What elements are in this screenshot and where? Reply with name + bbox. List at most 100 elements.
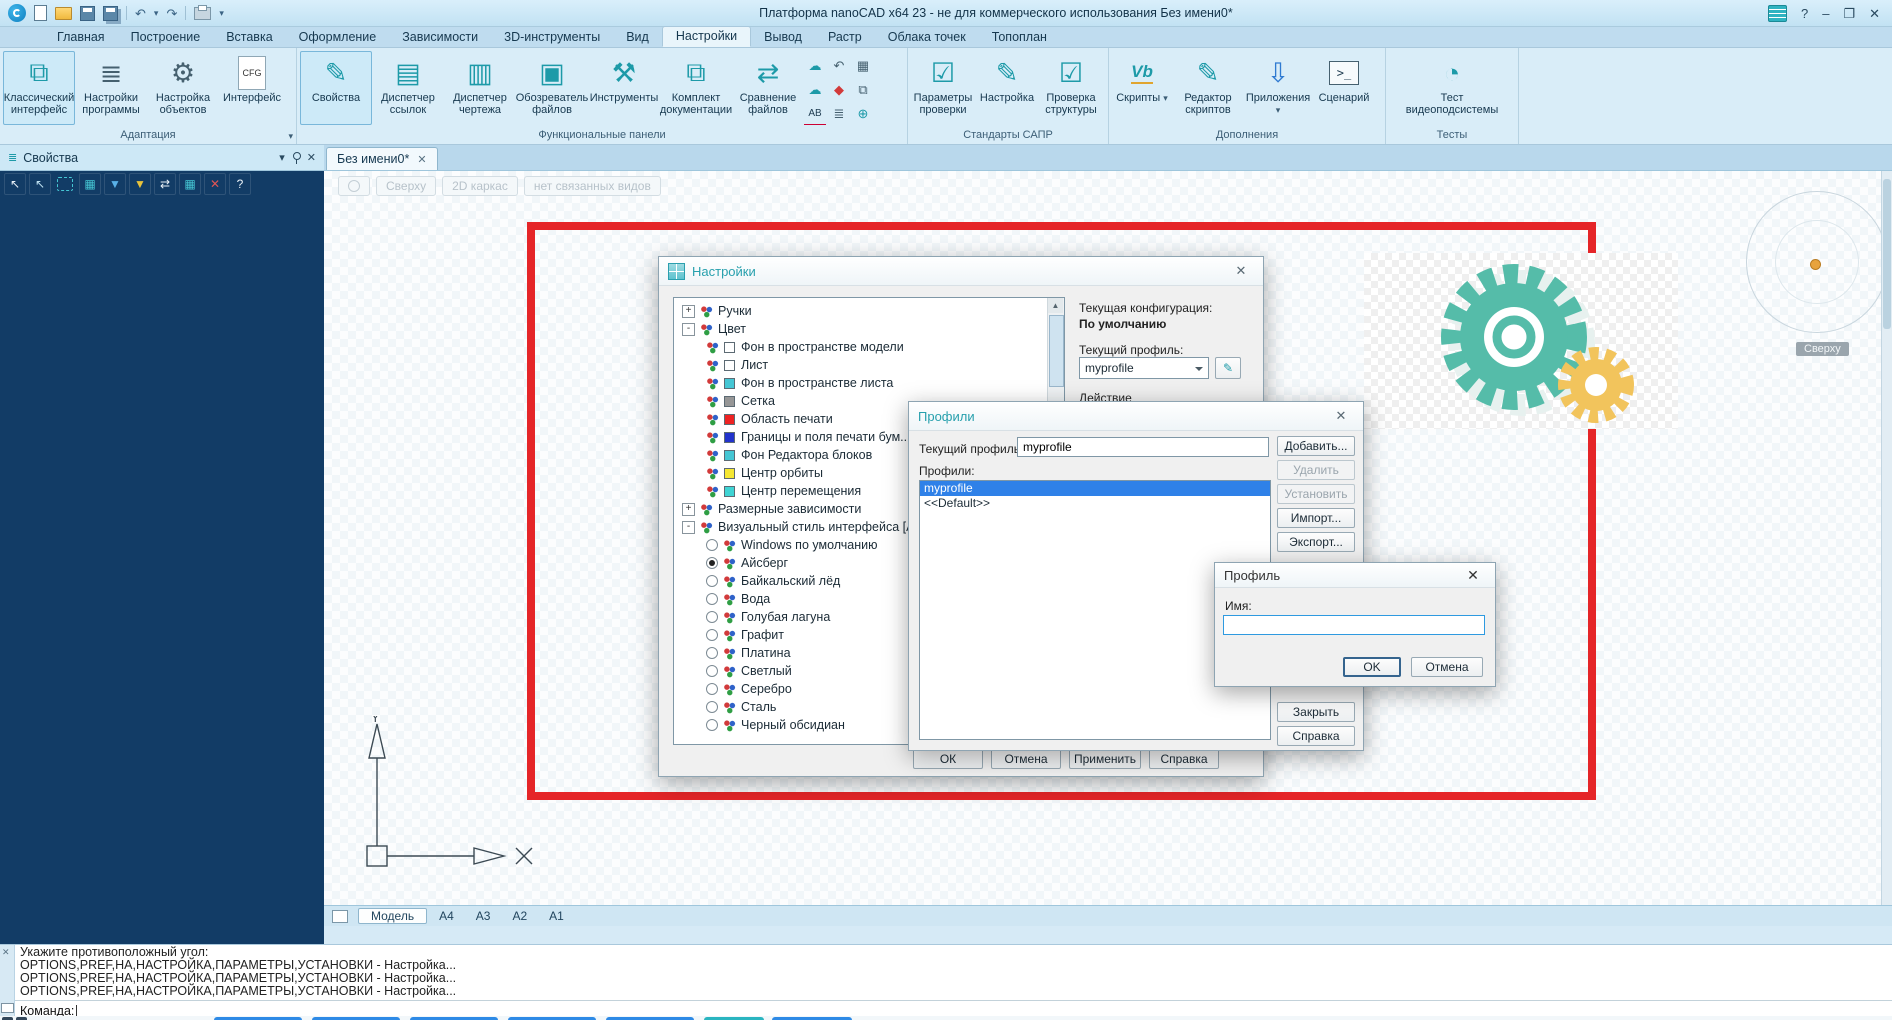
list-item-selected[interactable]: myprofile [920,481,1270,496]
radio-icon[interactable] [706,593,718,605]
history-icon[interactable] [828,55,850,77]
minimize-icon[interactable]: – [1822,7,1829,20]
tab-topoplan[interactable]: Топоплан [979,28,1060,47]
cancel-button[interactable]: Отмена [1411,657,1483,677]
windows-icon[interactable] [852,79,874,101]
layout-tab-a2[interactable]: A2 [502,909,537,923]
profiles-dialog-close-icon[interactable] [1328,408,1354,424]
color-swatch[interactable] [724,395,735,407]
clear-selection-icon[interactable] [204,173,226,195]
video-test-button[interactable]: Тест видеоподсистемы [1394,51,1510,125]
expand-icon[interactable]: - [682,322,695,336]
radio-icon[interactable] [706,701,718,713]
tab-oformlenie[interactable]: Оформление [286,28,390,47]
settings-cancel-button[interactable]: Отмена [991,749,1061,769]
layout-tab-a3[interactable]: A3 [466,909,501,923]
panel-help-icon[interactable]: ? [229,173,251,195]
expand-icon[interactable]: + [682,502,695,516]
print-icon[interactable] [194,4,212,20]
script-editor-button[interactable]: Редактор скриптов [1172,51,1244,125]
add-profile-button[interactable]: Добавить... [1277,436,1355,456]
radio-icon[interactable] [706,575,718,587]
radio-icon[interactable] [706,539,718,551]
command-line-area[interactable]: Укажите противоположный угол: OPTIONS,PR… [0,944,1892,1018]
expand-icon[interactable]: - [682,520,695,534]
viewport-linked-views-button[interactable]: нет связанных видов [523,176,661,196]
globe-icon[interactable] [852,103,874,125]
command-close-icon[interactable] [2,947,10,958]
program-settings-button[interactable]: Настройки программы [75,51,147,125]
group-options-icon[interactable] [288,129,293,143]
tab-vstavka[interactable]: Вставка [213,28,285,47]
settings-help-button[interactable]: Справка [1149,749,1219,769]
undo-icon[interactable] [135,7,146,20]
radio-icon[interactable] [706,611,718,623]
tools-button[interactable]: Инструменты [588,51,660,125]
viewport-view-button[interactable]: Сверху [376,176,437,196]
profile-name-input[interactable] [1223,615,1485,635]
radio-icon-checked[interactable] [706,557,718,569]
tab-postroenie[interactable]: Построение [118,28,214,47]
interface-button[interactable]: CFG Интерфейс [219,51,285,125]
color-swatch[interactable] [724,359,735,371]
quick-select-icon[interactable] [29,173,51,195]
color-swatch[interactable] [724,413,735,425]
tab-oblaka-tochek[interactable]: Облака точек [875,28,979,47]
tab-3d-instrumenty[interactable]: 3D-инструменты [491,28,613,47]
color-swatch[interactable] [724,431,735,443]
help-icon[interactable]: ? [1801,7,1808,20]
current-profile-input[interactable] [1017,437,1269,457]
viewport-menu-button[interactable] [338,176,370,196]
open-file-icon[interactable] [55,6,72,20]
classic-interface-button[interactable]: Классический интерфейс [3,51,75,125]
table-select-icon[interactable] [79,173,101,195]
tab-vyvod[interactable]: Вывод [751,28,815,47]
radio-icon[interactable] [706,683,718,695]
tab-vid[interactable]: Вид [613,28,662,47]
diamond-icon[interactable] [828,79,850,101]
list-icon[interactable] [828,103,850,125]
drawing-manager-button[interactable]: Диспетчер чертежа [444,51,516,125]
tree-item-color[interactable]: Фон в пространстве модели [674,338,1046,356]
profile-dialog-close-icon[interactable] [1460,567,1486,584]
scrollbar-thumb[interactable] [1883,179,1891,329]
close-icon[interactable]: ✕ [1869,7,1880,20]
settings-ok-button[interactable]: ОК [913,749,983,769]
tree-item-ruchki[interactable]: + Ручки [674,302,1046,320]
new-file-icon[interactable] [34,5,47,21]
close-button[interactable]: Закрыть [1277,702,1355,722]
delete-profile-button[interactable]: Удалить [1277,460,1355,480]
radio-icon[interactable] [706,647,718,659]
color-swatch[interactable] [724,467,735,479]
layout-tab-model[interactable]: Модель [358,908,428,924]
filter-yellow-icon[interactable] [129,173,151,195]
tab-glavnaya[interactable]: Главная [44,28,118,47]
radio-icon[interactable] [706,719,718,731]
cloud-icon[interactable] [804,55,826,77]
list-item[interactable]: <<Default>> [920,496,1270,511]
expand-icon[interactable]: + [682,304,695,318]
match-props-icon[interactable] [154,173,176,195]
tree-item-color[interactable]: Фон в пространстве листа [674,374,1046,392]
import-profile-button[interactable]: Импорт... [1277,508,1355,528]
layout-tab-a1[interactable]: A1 [539,909,574,923]
layout-tab-a4[interactable]: A4 [429,909,464,923]
color-swatch[interactable] [724,341,735,353]
calendar-icon[interactable] [1767,4,1787,22]
spellcheck-icon[interactable]: АВ [804,103,826,125]
grid-icon[interactable] [179,173,201,195]
region-select-icon[interactable] [57,177,73,191]
save-icon[interactable] [80,5,95,21]
radio-icon[interactable] [706,629,718,641]
scrollbar-thumb[interactable] [1049,315,1064,387]
current-profile-combobox[interactable]: myprofile [1079,357,1209,379]
tab-rastr[interactable]: Растр [815,28,875,47]
help-button[interactable]: Справка [1277,726,1355,746]
settings-dialog-close-icon[interactable] [1228,263,1254,279]
profile-dialog-titlebar[interactable]: Профиль [1215,563,1495,588]
export-profile-button[interactable]: Экспорт... [1277,532,1355,552]
panel-menu-icon[interactable] [279,151,285,164]
pin-icon[interactable] [291,151,301,165]
document-tab-close-icon[interactable] [417,153,426,166]
save-all-icon[interactable] [103,5,118,21]
